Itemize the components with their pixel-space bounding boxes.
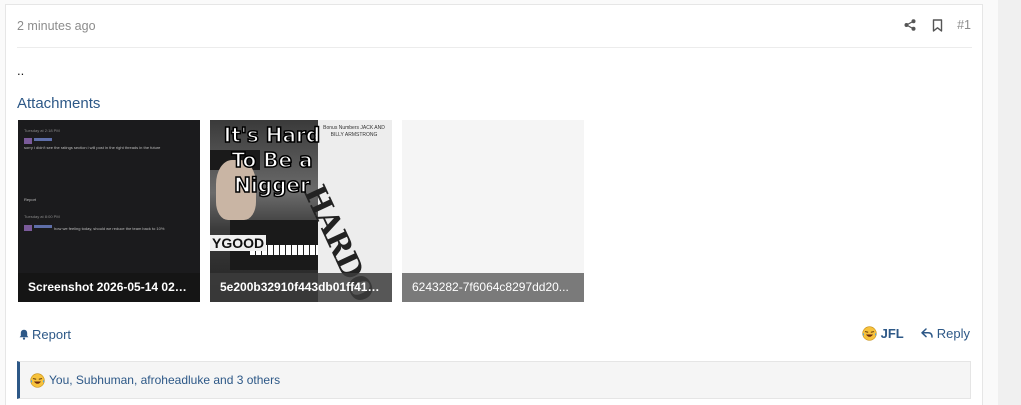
meme-lyric-text: YGOOD (210, 235, 267, 251)
post-header: 2 minutes ago #1 (17, 5, 972, 48)
thumb-report: Report (24, 197, 37, 202)
thumb-time-1: Tuesday at 2:18 PM (24, 128, 60, 133)
reply-label: Reply (936, 326, 970, 341)
thumb-username-2 (34, 225, 52, 228)
attachments-heading: Attachments (17, 95, 101, 112)
attachment-screenshot[interactable]: Tuesday at 2:18 PM sorry i didn't see th… (18, 120, 200, 302)
bookmark-icon[interactable] (929, 17, 945, 33)
attachment-image[interactable]: 6243282-7f6064c8297dd20... (402, 120, 584, 302)
attachment-list: Tuesday at 2:18 PM sorry i didn't see th… (18, 120, 594, 302)
laughing-crying-emoji-icon (861, 326, 877, 341)
reactions-summary[interactable]: You, Subhuman, afroheadluke and 3 others (17, 361, 971, 399)
reactions-list-link[interactable]: You, Subhuman, afroheadluke and 3 others (49, 373, 280, 387)
attachment-meme-image[interactable]: Bonus Numbers JACK AND BILLY ARMSTRONG H… (210, 120, 392, 302)
attachment-caption: 5e200b32910f443db01ff41b... (210, 273, 392, 302)
post-container: 2 minutes ago #1 .. Attachments Tuesday … (5, 4, 983, 405)
post-actions: #1 (902, 16, 972, 34)
share-icon[interactable] (902, 17, 918, 33)
laughing-crying-emoji-icon (30, 372, 45, 388)
scrollbar-track[interactable] (998, 0, 1021, 405)
post-body-text: .. (17, 63, 25, 78)
reply-button[interactable]: Reply (921, 326, 970, 341)
reaction-label: JFL (880, 326, 904, 341)
footer-actions: JFL Reply (861, 326, 970, 341)
reply-arrow-icon (921, 328, 933, 338)
thumb-username-1 (34, 138, 52, 141)
thumb-time-2: Tuesday at 8:00 PM (24, 214, 60, 219)
reaction-button[interactable]: JFL (861, 326, 904, 341)
post-footer: Report JFL Reply (17, 325, 972, 345)
bell-icon (19, 329, 29, 340)
thumb-avatar-1 (24, 138, 32, 144)
thumb-avatar-2 (24, 225, 32, 231)
post-date-link[interactable]: 2 minutes ago (17, 19, 96, 33)
attachment-caption: Screenshot 2026-05-14 023... (18, 273, 200, 302)
meme-sheet-header: Bonus Numbers JACK AND BILLY ARMSTRONG (323, 125, 385, 138)
thumb-message-2: how we feeling today, should we reduce t… (54, 226, 165, 231)
post-number-link[interactable]: #1 (957, 18, 972, 32)
report-link[interactable]: Report (19, 327, 71, 342)
attachment-caption: 6243282-7f6064c8297dd20... (402, 273, 584, 302)
thumb-message-1: sorry i didn't see the ratings section i… (24, 145, 161, 150)
meme-caption-text: It's Hard To Be a Nigger (223, 122, 321, 198)
report-label: Report (32, 327, 72, 342)
